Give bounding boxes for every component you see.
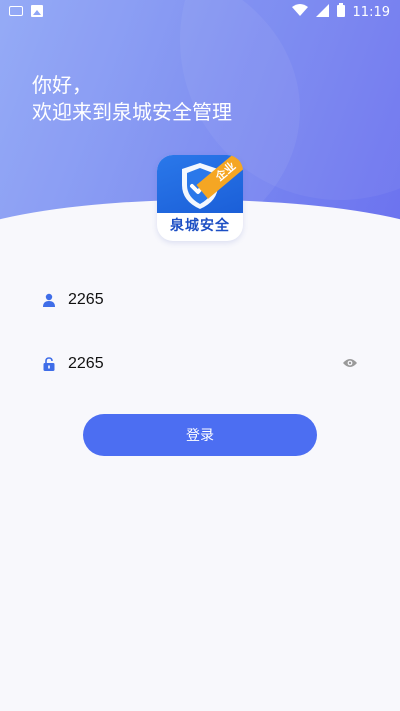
battery-icon — [336, 3, 345, 21]
greeting-line-1: 你好， — [32, 73, 92, 97]
image-icon — [31, 5, 43, 17]
username-input[interactable]: 2265 — [68, 291, 104, 309]
status-time: 11:19 — [352, 4, 390, 20]
keyboard-icon — [9, 6, 23, 16]
logo-name: 泉城安全 — [170, 218, 230, 234]
wifi-icon — [291, 3, 308, 21]
app-logo: 企业 泉城安全 — [157, 155, 243, 241]
username-field[interactable]: 2265 — [40, 280, 360, 320]
password-field[interactable]: 2265 — [40, 344, 360, 384]
eye-icon[interactable] — [342, 354, 358, 373]
lock-icon — [40, 355, 58, 373]
login-button[interactable]: 登录 — [83, 414, 317, 456]
status-bar: 11:19 — [0, 0, 400, 24]
password-input[interactable]: 2265 — [68, 355, 104, 373]
greeting-line-2: 欢迎来到泉城安全管理 — [32, 100, 232, 124]
user-icon — [40, 291, 58, 309]
greeting: 你好， 欢迎来到泉城安全管理 — [32, 72, 232, 126]
signal-icon — [315, 3, 329, 21]
